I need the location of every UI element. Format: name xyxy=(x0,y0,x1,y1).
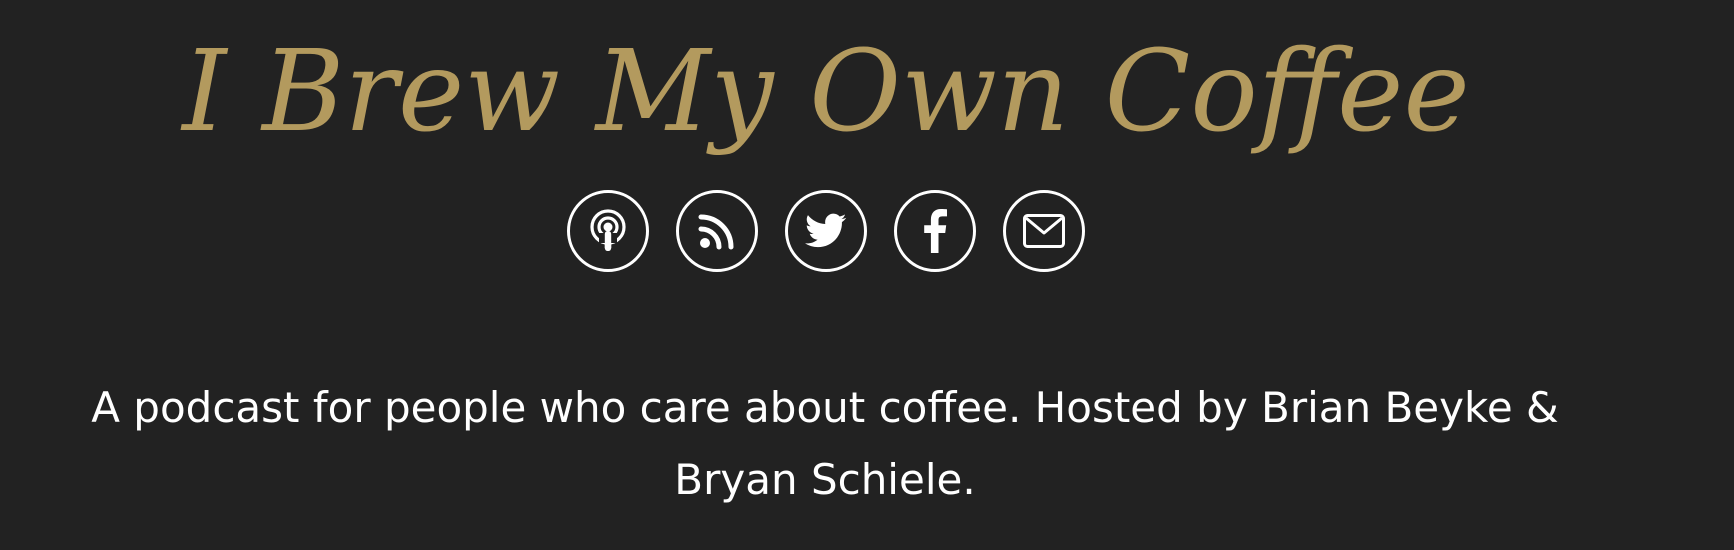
facebook-link[interactable] xyxy=(894,190,976,272)
rss-link[interactable] xyxy=(676,190,758,272)
email-link[interactable] xyxy=(1003,190,1085,272)
podcast-link[interactable] xyxy=(567,190,649,272)
email-icon xyxy=(1023,214,1065,248)
site-tagline: A podcast for people who care about coff… xyxy=(91,383,1559,504)
rss-icon xyxy=(698,214,734,250)
site-title[interactable]: I Brew My Own Coffee xyxy=(0,22,1652,162)
twitter-icon xyxy=(805,213,847,248)
podcast-icon xyxy=(590,209,626,251)
twitter-link[interactable] xyxy=(785,190,867,272)
facebook-icon xyxy=(924,209,947,253)
social-links xyxy=(567,190,1085,272)
